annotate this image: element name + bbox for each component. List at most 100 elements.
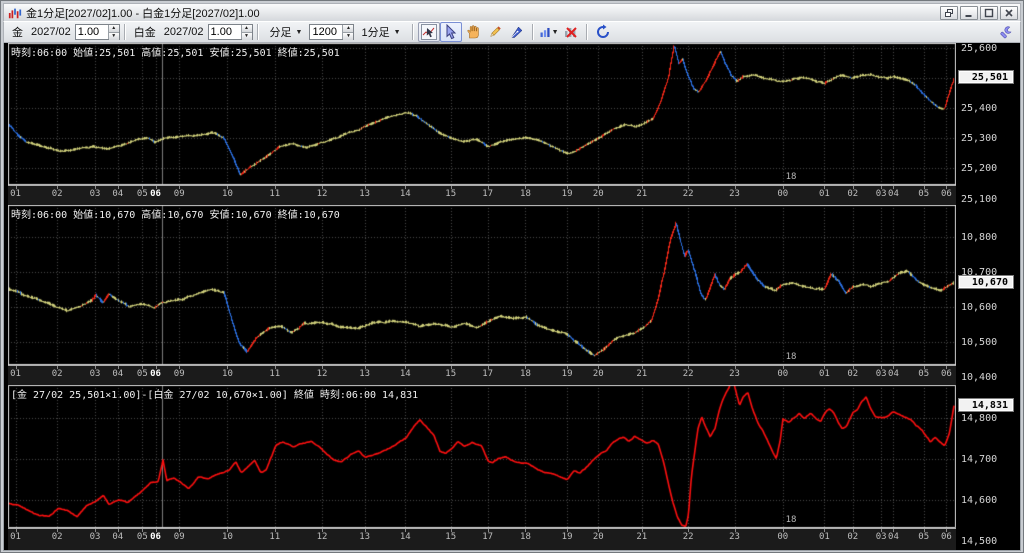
price-axis-platinum-1min-candles: 10,800 10,700 10,600 10,500 10,400 10,670	[956, 205, 1018, 385]
gold-label: 金	[12, 27, 23, 39]
canvas-gold-1min-candles[interactable]	[8, 43, 956, 185]
gold-multiplier-up[interactable]: ▲	[108, 25, 119, 32]
pencil-draw-icon	[489, 26, 501, 37]
time-label: 17	[482, 532, 494, 542]
clear-drawings-button[interactable]	[560, 22, 582, 42]
platinum-multiplier-down[interactable]: ▼	[241, 32, 252, 40]
price-tick-label: 10,600	[961, 301, 998, 313]
period-type-label: 分足	[269, 27, 292, 39]
minimize-button[interactable]	[960, 5, 978, 20]
time-label: 01	[818, 369, 830, 379]
crosshair-mode-button[interactable]	[417, 22, 440, 42]
canvas-platinum-1min-candles[interactable]	[8, 205, 956, 365]
close-icon	[1005, 8, 1013, 17]
settings-wrench-button[interactable]	[994, 22, 1016, 42]
gold-multiplier-down[interactable]: ▼	[108, 32, 119, 40]
bar-count-down[interactable]: ▼	[343, 32, 354, 40]
time-label: 21	[636, 189, 648, 199]
select-arrow-button[interactable]	[439, 22, 462, 42]
platinum-multiplier-spinner[interactable]: ▲▼	[207, 24, 253, 40]
time-label: 15	[445, 532, 457, 542]
time-label: 09	[173, 369, 185, 379]
select-arrow-icon	[446, 24, 456, 40]
time-axis-gold-platinum-spread: 01 02 03 04 05 06 09 10 11 12 13 14 15 17 18 19 20 21 22 23…	[8, 528, 956, 550]
time-label: 12	[316, 369, 328, 379]
bar-count-input[interactable]	[310, 25, 343, 39]
price-tick-label: 25,400	[961, 102, 998, 114]
time-label: 17	[482, 189, 494, 199]
period-type-dropdown[interactable]: 分足 ▼	[265, 22, 308, 42]
interval-dropdown[interactable]: 1分足 ▼	[356, 22, 405, 42]
time-label: 11	[269, 189, 281, 199]
crosshair-mode-icon	[420, 24, 437, 40]
chevron-down-icon: ▼	[295, 28, 303, 36]
line-draw-button[interactable]	[506, 22, 528, 42]
time-label: 14	[399, 369, 411, 379]
time-label: 01	[818, 189, 830, 199]
gold-multiplier-spinner[interactable]: ▲▼	[74, 24, 120, 40]
maximize-button[interactable]	[980, 5, 998, 20]
detach-icon	[945, 8, 953, 17]
price-tick-label: 10,800	[961, 231, 998, 243]
window-title: 金1分足[2027/02]1.00 - 白金1分足[2027/02]1.00	[26, 7, 260, 20]
time-label: 14	[399, 532, 411, 542]
current-price-box: 10,670	[958, 275, 1014, 290]
time-label: 05	[918, 189, 930, 199]
refresh-button[interactable]	[592, 22, 614, 42]
time-label: 02	[51, 369, 63, 379]
chart-panel-gold-1min-candles: 時刻:06:00 始値:25,501 高値:25,501 安値:25,501 終…	[4, 43, 1020, 205]
time-label: 19	[561, 189, 573, 199]
chart-type-icon	[540, 27, 550, 37]
price-tick-label: 10,500	[961, 337, 998, 349]
time-label: 06	[150, 369, 161, 379]
time-label: 00	[777, 369, 789, 379]
detach-window-button[interactable]	[940, 5, 958, 20]
time-label: 12	[316, 189, 328, 199]
close-button[interactable]	[1000, 5, 1018, 20]
time-label: 05	[918, 369, 930, 379]
price-tick-label: 25,100	[961, 193, 998, 205]
time-label: 18	[520, 189, 531, 199]
time-label: 04	[112, 532, 124, 542]
toolbar-separator	[531, 24, 534, 40]
canvas-gold-platinum-spread[interactable]	[8, 385, 956, 528]
toolbar: 金 2027/02 ▲▼ 白金 2027/02 ▲▼ 分足 ▼ ▲▼ 1分足 ▼	[3, 21, 1021, 43]
platinum-multiplier-up[interactable]: ▲	[241, 25, 252, 32]
interval-label: 1分足	[361, 27, 390, 39]
chart-panel-gold-platinum-spread: [金 27/02 25,501×1.00]-[白金 27/02 10,670×1…	[4, 385, 1020, 550]
pan-hand-icon	[466, 25, 479, 39]
gold-multiplier-input[interactable]	[75, 25, 108, 39]
app-icon	[8, 8, 22, 18]
chart-panel-platinum-1min-candles: 時刻:06:00 始値:10,670 高値:10,670 安値:10,670 終…	[4, 205, 1020, 385]
time-label: 06	[941, 369, 952, 379]
time-label: 22	[682, 532, 694, 542]
settings-wrench-icon	[999, 25, 1011, 38]
time-label: 00	[777, 189, 789, 199]
time-label: 04	[888, 189, 899, 199]
time-label: 23	[729, 532, 740, 542]
time-label: 02	[847, 532, 859, 542]
time-label: 03	[89, 189, 101, 199]
pan-hand-button[interactable]	[462, 22, 484, 42]
time-label: 14	[399, 189, 411, 199]
bar-count-up[interactable]: ▲	[343, 25, 354, 32]
time-label: 03	[89, 369, 101, 379]
title-bar: 金1分足[2027/02]1.00 - 白金1分足[2027/02]1.00	[3, 3, 1021, 21]
time-label: 11	[269, 532, 281, 542]
time-label: 11	[269, 369, 281, 379]
time-label: 13	[359, 532, 371, 542]
time-label: 04	[112, 189, 124, 199]
time-label: 01	[10, 189, 21, 199]
time-label: 05	[918, 532, 930, 542]
time-label: 23	[729, 189, 740, 199]
chart-type-button[interactable]: ▼	[538, 22, 560, 42]
pencil-draw-button[interactable]	[484, 22, 506, 42]
toolbar-separator	[585, 24, 588, 40]
time-label: 06	[150, 189, 161, 199]
clear-drawings-icon	[564, 27, 577, 38]
time-label: 02	[847, 189, 859, 199]
bar-count-spinner[interactable]: ▲▼	[309, 24, 355, 40]
time-label: 01	[10, 532, 21, 542]
platinum-multiplier-input[interactable]	[208, 25, 241, 39]
time-label: 06	[150, 532, 161, 542]
